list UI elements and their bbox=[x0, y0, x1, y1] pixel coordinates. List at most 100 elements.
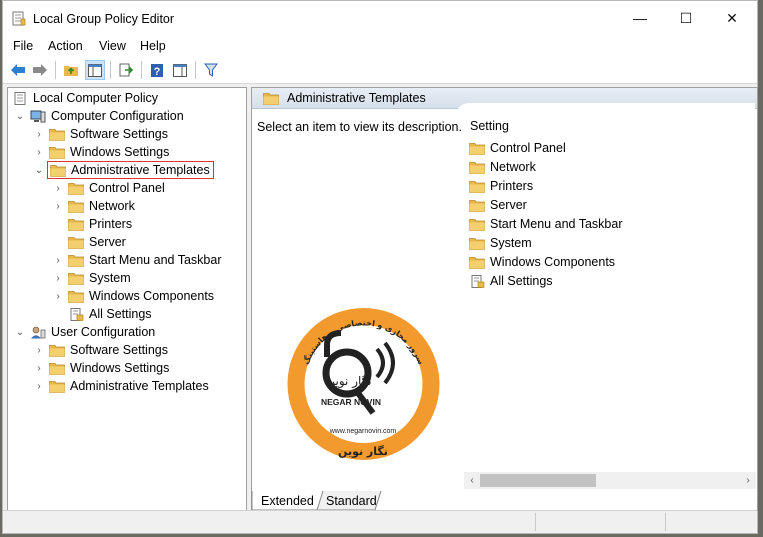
folder-icon bbox=[68, 272, 84, 285]
status-separator bbox=[535, 513, 536, 531]
chevron-right-icon[interactable]: › bbox=[33, 362, 45, 374]
logo-brand-fa: نگار نوین bbox=[326, 374, 371, 389]
svg-text:?: ? bbox=[154, 66, 161, 78]
toolbar-separator bbox=[55, 61, 56, 79]
chevron-right-icon[interactable]: › bbox=[52, 272, 64, 284]
chevron-down-icon[interactable]: ⌄ bbox=[14, 110, 26, 122]
tree-item-uc-administrative-templates[interactable]: › Administrative Templates bbox=[33, 377, 209, 395]
folder-icon bbox=[49, 128, 65, 141]
help-icon: ? bbox=[151, 63, 163, 78]
tree-item-network[interactable]: › Network bbox=[52, 197, 135, 215]
tree-item-all-settings[interactable]: All Settings bbox=[52, 305, 152, 323]
tree-item-label: Windows Settings bbox=[70, 361, 170, 375]
maximize-icon: ☐ bbox=[679, 9, 693, 26]
chevron-right-icon[interactable]: › bbox=[52, 200, 64, 212]
folder-icon bbox=[49, 344, 65, 357]
list-item-label: System bbox=[490, 236, 532, 250]
menu-view[interactable]: View bbox=[99, 39, 126, 53]
help-button[interactable]: ? bbox=[147, 60, 167, 80]
chevron-down-icon[interactable]: ⌄ bbox=[33, 164, 45, 176]
maximize-button[interactable]: ☐ bbox=[663, 1, 709, 35]
chevron-right-icon[interactable]: › bbox=[33, 380, 45, 392]
tree-item-label: Printers bbox=[89, 217, 133, 231]
tree-item-computer-configuration[interactable]: ⌄ Computer Configuration bbox=[14, 107, 184, 125]
action-pane-icon bbox=[173, 63, 187, 77]
chevron-right-icon[interactable]: › bbox=[33, 128, 45, 140]
chevron-right-icon[interactable]: › bbox=[52, 182, 64, 194]
tree-item-cc-administrative-templates[interactable]: ⌄ Administrative Templates bbox=[33, 161, 214, 179]
tab-standard[interactable]: Standard bbox=[326, 491, 377, 510]
menu-file[interactable]: File bbox=[13, 39, 33, 53]
folder-icon bbox=[49, 380, 65, 393]
list-item-label: Start Menu and Taskbar bbox=[490, 217, 623, 231]
list-item-start-menu-and-taskbar[interactable]: Start Menu and Taskbar bbox=[469, 215, 622, 233]
scroll-right-icon[interactable]: › bbox=[741, 473, 755, 488]
title-bar: Local Group Policy Editor — ☐ ✕ bbox=[3, 1, 757, 35]
minimize-icon: — bbox=[633, 10, 647, 26]
list-item-all-settings[interactable]: All Settings bbox=[469, 272, 553, 290]
tree-item-printers[interactable]: Printers bbox=[52, 215, 132, 233]
tree-item-user-configuration[interactable]: ⌄ User Configuration bbox=[14, 323, 155, 341]
folder-icon bbox=[68, 290, 84, 303]
tree-item-server[interactable]: Server bbox=[52, 233, 126, 251]
tree-item-system[interactable]: › System bbox=[52, 269, 130, 287]
folder-icon bbox=[49, 362, 65, 375]
tree-item-control-panel[interactable]: › Control Panel bbox=[52, 179, 164, 197]
tree-item-cc-windows-settings[interactable]: › Windows Settings bbox=[33, 143, 169, 161]
toolbar: ? bbox=[3, 57, 757, 84]
close-button[interactable]: ✕ bbox=[709, 1, 755, 35]
filter-button[interactable] bbox=[201, 60, 221, 80]
list-item-label: Printers bbox=[490, 179, 534, 193]
chevron-right-icon[interactable]: › bbox=[33, 146, 45, 158]
filter-icon bbox=[204, 63, 218, 77]
chevron-right-icon[interactable]: › bbox=[52, 254, 64, 266]
tree-item-windows-components[interactable]: › Windows Components bbox=[52, 287, 214, 305]
tree-item-label: Administrative Templates bbox=[70, 379, 209, 393]
forward-button[interactable] bbox=[30, 60, 50, 80]
minimize-button[interactable]: — bbox=[617, 1, 663, 35]
list-item-printers[interactable]: Printers bbox=[469, 177, 533, 195]
folder-icon bbox=[469, 199, 485, 212]
column-header-setting[interactable]: Setting bbox=[470, 119, 509, 133]
list-item-system[interactable]: System bbox=[469, 234, 532, 252]
show-hide-action-pane-button[interactable] bbox=[170, 60, 190, 80]
tree-item-local-computer-policy[interactable]: Local Computer Policy bbox=[12, 89, 158, 107]
menu-help[interactable]: Help bbox=[140, 39, 166, 53]
back-arrow-icon bbox=[11, 64, 25, 76]
all-settings-icon bbox=[471, 274, 485, 288]
tree-item-label: User Configuration bbox=[51, 325, 156, 339]
logo-url: www.negarnovin.com bbox=[329, 428, 397, 435]
chevron-right-icon[interactable]: › bbox=[52, 290, 64, 302]
toolbar-separator bbox=[110, 61, 111, 79]
list-item-label: Windows Components bbox=[490, 255, 616, 269]
scroll-left-icon[interactable]: ‹ bbox=[465, 473, 479, 488]
scrollbar-thumb[interactable] bbox=[480, 474, 596, 487]
tree-item-uc-windows-settings[interactable]: › Windows Settings bbox=[33, 359, 169, 377]
up-one-level-button[interactable] bbox=[61, 60, 81, 80]
menu-action[interactable]: Action bbox=[48, 39, 83, 53]
tree-item-start-menu-and-taskbar[interactable]: › Start Menu and Taskbar bbox=[52, 251, 221, 269]
folder-icon bbox=[50, 164, 66, 177]
list-item-server[interactable]: Server bbox=[469, 196, 527, 214]
list-item-label: Network bbox=[490, 160, 536, 174]
folder-icon bbox=[469, 237, 485, 250]
list-item-label: Control Panel bbox=[490, 141, 566, 155]
list-item-network[interactable]: Network bbox=[469, 158, 536, 176]
all-settings-icon bbox=[70, 307, 84, 321]
export-list-button[interactable] bbox=[116, 60, 136, 80]
show-hide-console-tree-button[interactable] bbox=[85, 60, 105, 80]
list-item-windows-components[interactable]: Windows Components bbox=[469, 253, 615, 271]
folder-icon bbox=[68, 254, 84, 267]
tree-item-uc-software-settings[interactable]: › Software Settings bbox=[33, 341, 168, 359]
chevron-down-icon[interactable]: ⌄ bbox=[14, 326, 26, 338]
selected-tree-item[interactable]: Administrative Templates bbox=[47, 161, 214, 179]
chevron-right-icon[interactable]: › bbox=[33, 344, 45, 356]
list-item-label: Server bbox=[490, 198, 527, 212]
tree-item-cc-software-settings[interactable]: › Software Settings bbox=[33, 125, 168, 143]
back-button[interactable] bbox=[8, 60, 28, 80]
list-item-control-panel[interactable]: Control Panel bbox=[469, 139, 566, 157]
computer-icon bbox=[30, 110, 46, 122]
tree-item-label: Computer Configuration bbox=[51, 109, 184, 123]
horizontal-scrollbar[interactable]: ‹ › bbox=[464, 472, 756, 489]
tab-extended[interactable]: Extended bbox=[261, 491, 314, 510]
